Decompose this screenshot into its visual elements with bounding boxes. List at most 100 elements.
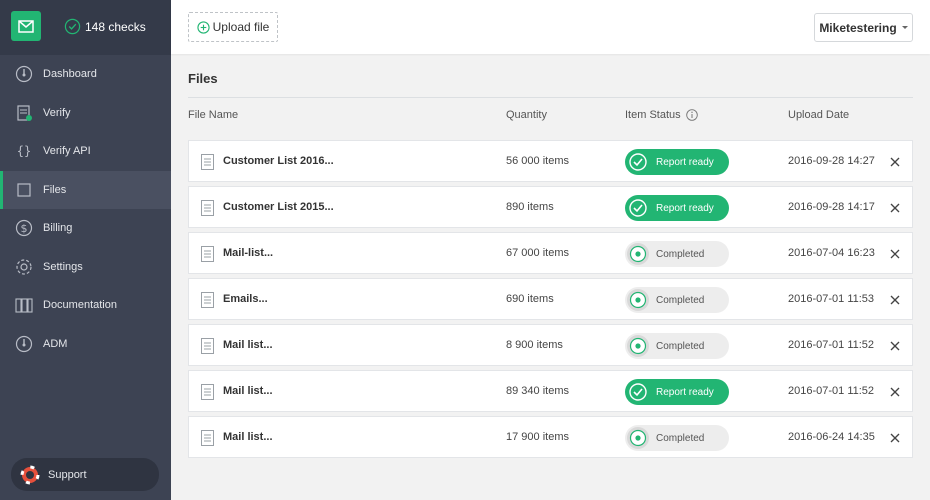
upload-date: 2016-07-01 11:52 [788, 339, 875, 351]
status-badge: Completed [625, 425, 729, 451]
sidebar-item-billing[interactable]: $ Billing [0, 209, 171, 248]
upload-date: 2016-09-28 14:17 [788, 201, 875, 213]
status-badge[interactable]: Report ready [625, 149, 729, 175]
upload-date: 2016-06-24 14:35 [788, 431, 875, 443]
support-button[interactable]: Support [11, 458, 159, 491]
table-row[interactable]: Mail list... 89 340 items Report ready 2016… [188, 370, 913, 412]
file-name[interactable]: Mail-list... [223, 247, 273, 259]
column-label: File Name [188, 109, 239, 121]
status-label: Completed [656, 340, 705, 352]
svg-text:$: $ [21, 222, 28, 235]
sidebar-item-verify[interactable]: Verify [0, 94, 171, 133]
file-quantity: 17 900 items [506, 431, 569, 443]
envelope-check-icon [18, 20, 34, 33]
column-label: Quantity [506, 109, 547, 121]
checks-count: 148 checks [85, 19, 146, 34]
status-label: Report ready [656, 202, 714, 214]
divider [188, 97, 913, 98]
file-quantity: 8 900 items [506, 339, 563, 351]
column-label: Upload Date [788, 109, 850, 121]
close-icon[interactable] [889, 385, 901, 397]
status-badge[interactable]: Report ready [625, 195, 729, 221]
check-circle-icon [626, 380, 650, 404]
file-quantity: 89 340 items [506, 385, 569, 397]
sidebar-item-files[interactable]: Files [0, 170, 171, 209]
file-icon [201, 384, 214, 400]
sidebar-item-documentation[interactable]: Documentation [0, 286, 171, 325]
status-badge: Completed [625, 287, 729, 313]
info-icon[interactable] [685, 109, 698, 121]
close-icon[interactable] [889, 247, 901, 259]
sidebar-item-adm[interactable]: ADM [0, 325, 171, 364]
page-title: Files [188, 71, 218, 86]
close-icon[interactable] [889, 293, 901, 305]
user-dropdown[interactable]: Miketestering [814, 13, 913, 42]
file-icon [201, 154, 214, 170]
gear-icon [14, 257, 34, 277]
radio-dot-icon [626, 288, 650, 312]
table-row[interactable]: Mail list... 8 900 items Completed 2016-07-… [188, 324, 913, 366]
chevron-down-icon [901, 26, 908, 29]
file-name[interactable]: Mail list... [223, 385, 273, 397]
status-label: Completed [656, 248, 705, 260]
api-icon: {} [14, 141, 34, 161]
file-name[interactable]: Customer List 2016... [223, 155, 334, 167]
dollar-icon: $ [14, 218, 34, 238]
sidebar-item-label: Dashboard [43, 68, 97, 81]
close-icon[interactable] [889, 201, 901, 213]
support-label: Support [48, 468, 87, 481]
sidebar: 148 checks Dashboard Verify {} Verify AP… [0, 0, 171, 500]
radio-dot-icon [626, 426, 650, 450]
file-name[interactable]: Mail list... [223, 431, 273, 443]
verify-icon [14, 103, 34, 123]
table-row[interactable]: Customer List 2016... 56 000 items Report … [188, 140, 913, 182]
sidebar-item-label: ADM [43, 337, 68, 350]
sidebar-item-verify-api[interactable]: {} Verify API [0, 132, 171, 171]
column-header-file-name: File Name [188, 109, 238, 121]
upload-date: 2016-09-28 14:27 [788, 155, 875, 167]
close-icon[interactable] [889, 155, 901, 167]
files-icon [14, 180, 34, 200]
app-logo[interactable] [11, 11, 41, 41]
file-quantity: 690 items [506, 293, 554, 305]
sidebar-item-settings[interactable]: Settings [0, 248, 171, 287]
sidebar-item-dashboard[interactable]: Dashboard [0, 55, 171, 94]
sidebar-header: 148 checks [0, 0, 171, 55]
dashboard-icon [14, 64, 34, 84]
sidebar-item-label: Billing [43, 222, 73, 235]
file-name[interactable]: Mail list... [223, 339, 273, 351]
upload-file-button[interactable]: Upload file [188, 12, 278, 42]
close-icon[interactable] [889, 339, 901, 351]
table-row[interactable]: Customer List 2015... 890 items Report rea… [188, 186, 913, 228]
upload-date: 2016-07-01 11:52 [788, 385, 875, 397]
upload-file-label: Upload file [212, 20, 270, 34]
file-quantity: 56 000 items [506, 155, 569, 167]
status-badge: Completed [625, 333, 729, 359]
radio-dot-icon [626, 242, 650, 266]
file-name[interactable]: Customer List 2015... [223, 201, 334, 213]
column-header-upload-date: Upload Date [788, 109, 849, 121]
status-label: Report ready [656, 386, 714, 398]
column-header-status: Item Status [625, 109, 698, 121]
documentation-icon [14, 295, 34, 315]
status-label: Completed [656, 432, 705, 444]
table-row[interactable]: Mail list... 17 900 items Completed 2016-06… [188, 416, 913, 458]
close-icon[interactable] [889, 431, 901, 443]
svg-text:{}: {} [17, 144, 31, 158]
sidebar-item-label: Files [43, 183, 67, 196]
check-circle-icon [626, 150, 650, 174]
plus-circle-icon [197, 20, 210, 34]
sidebar-item-label: Settings [43, 260, 83, 273]
table-row[interactable]: Emails... 690 items Completed 2016-07-01 11… [188, 278, 913, 320]
sidebar-item-label: Documentation [43, 299, 117, 312]
adm-icon [14, 334, 34, 354]
status-badge[interactable]: Report ready [625, 379, 729, 405]
table-row[interactable]: Mail-list... 67 000 items Completed 2016-07… [188, 232, 913, 274]
file-quantity: 890 items [506, 201, 554, 213]
status-badge: Completed [625, 241, 729, 267]
file-icon [201, 430, 214, 446]
file-icon [201, 338, 214, 354]
file-name[interactable]: Emails... [223, 293, 268, 305]
file-icon [201, 292, 214, 308]
sidebar-item-label: Verify API [43, 145, 91, 158]
